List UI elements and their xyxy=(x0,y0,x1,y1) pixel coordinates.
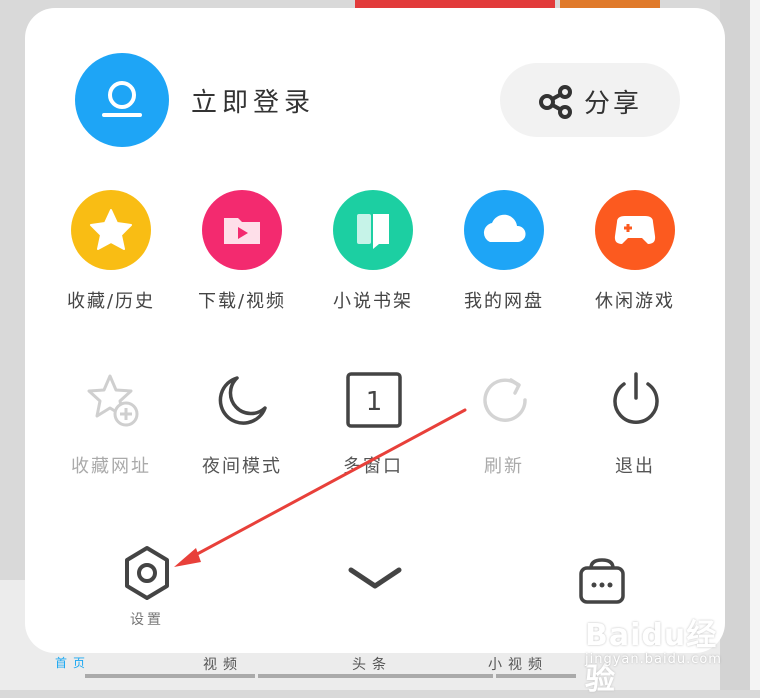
star-add-icon xyxy=(87,374,139,427)
novel-circle xyxy=(333,190,413,270)
settings-label: 设置 xyxy=(130,612,164,628)
menu-item-label: 收藏/历史 xyxy=(66,291,156,312)
watermark-url: jingyan.baidu.com xyxy=(585,652,722,667)
menu-item-label: 小说书架 xyxy=(333,291,413,312)
games-circle xyxy=(595,190,675,270)
settings-button[interactable]: 设置 xyxy=(117,543,177,628)
tool-label: 退出 xyxy=(615,456,655,477)
nav-tab-short-video[interactable]: 小视频 xyxy=(488,654,548,674)
menu-item-label: 休闲游戏 xyxy=(595,291,675,312)
power-icon xyxy=(613,372,659,424)
nav-tab-home[interactable]: 首页 xyxy=(55,654,91,671)
tool-label: 夜间模式 xyxy=(202,456,282,477)
video-folder-icon xyxy=(224,218,260,244)
avatar[interactable] xyxy=(75,53,169,147)
cloud-drive-circle xyxy=(464,190,544,270)
gamepad-icon xyxy=(614,216,656,244)
tool-label: 刷新 xyxy=(484,456,524,477)
cloud-icon xyxy=(483,214,526,242)
nav-tab-video[interactable]: 视频 xyxy=(203,654,243,674)
toolbox-icon[interactable] xyxy=(577,556,627,606)
menu-item-label: 下载/视频 xyxy=(197,291,287,312)
login-link[interactable]: 立即登录 xyxy=(191,82,315,119)
nav-divider xyxy=(496,674,576,678)
moon-icon xyxy=(218,376,267,425)
nav-divider xyxy=(85,674,255,678)
browser-menu-panel: 立即登录 分享 收藏/历史 下载/视频 小说书架 我的网盘 休闲游戏 收藏网址 … xyxy=(25,8,725,653)
gear-icon xyxy=(125,546,169,600)
tool-label: 多窗口 xyxy=(343,456,403,477)
star-icon xyxy=(90,209,132,250)
share-icon xyxy=(539,85,572,119)
screenshot: 首页 视频 头条 小视频 立即登录 分享 收藏/历史 下载/视频 小说书架 我的… xyxy=(0,0,760,697)
watermark: Baidu经验 jingyan.baidu.com xyxy=(575,610,735,697)
window-icon: 1 xyxy=(346,372,402,428)
background-edge-light xyxy=(750,0,760,690)
window-count: 1 xyxy=(366,387,383,417)
downloads-circle xyxy=(202,190,282,270)
user-icon xyxy=(102,81,142,117)
favorites-circle xyxy=(71,190,151,270)
share-button[interactable]: 分享 xyxy=(500,63,680,137)
chevron-down-icon[interactable] xyxy=(345,564,405,594)
share-label: 分享 xyxy=(584,89,643,119)
menu-item-label: 我的网盘 xyxy=(464,291,544,312)
book-icon xyxy=(357,214,389,249)
nav-tab-headlines[interactable]: 头条 xyxy=(352,654,392,674)
nav-divider xyxy=(258,674,493,678)
refresh-icon xyxy=(483,378,527,422)
tool-label: 收藏网址 xyxy=(71,456,151,477)
